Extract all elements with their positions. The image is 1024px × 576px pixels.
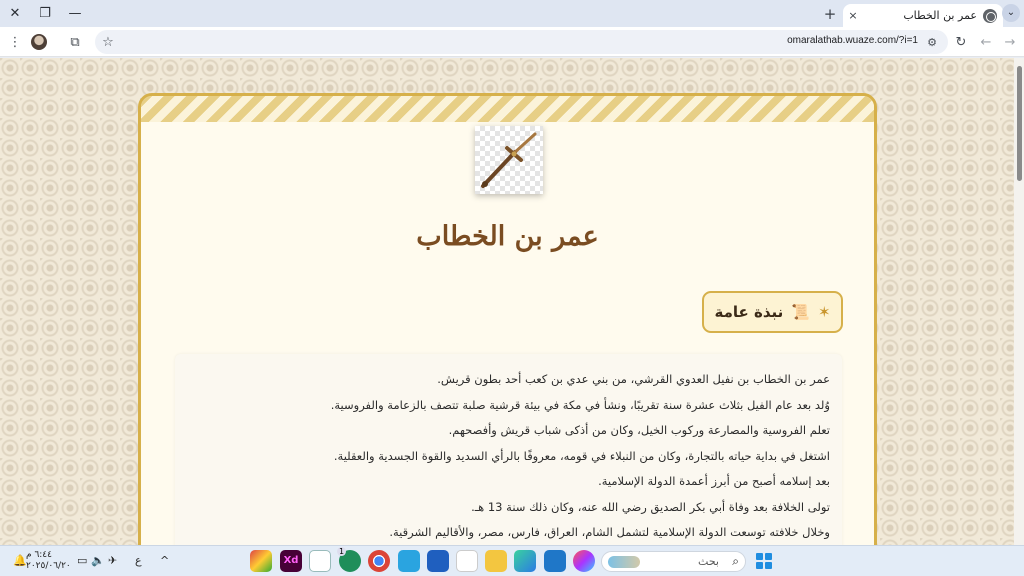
dagger-icon [481, 132, 537, 188]
url-text: omaralathab.wuaze.com/?i=1 [787, 35, 918, 46]
search-highlight-image [608, 556, 640, 568]
airplane-mode-icon[interactable]: ✈ [108, 554, 117, 567]
globe-icon [983, 8, 997, 23]
start-button[interactable] [756, 553, 772, 569]
star-icon[interactable]: ☆ [98, 32, 118, 52]
decorative-stripes [141, 96, 874, 122]
copilot-icon[interactable] [573, 550, 595, 572]
section-heading: نبذة عامة [714, 303, 784, 321]
input-language[interactable]: ع [135, 554, 142, 567]
close-window-button[interactable]: ✕ [0, 0, 30, 27]
profile-avatar[interactable] [31, 34, 47, 50]
chrome-icon[interactable] [368, 550, 390, 572]
app-badge: 1 [337, 547, 347, 556]
microsoft-store-icon[interactable] [427, 550, 449, 572]
biography-list: عمر بن الخطاب بن نفيل العدوي القرشي، من … [190, 368, 830, 545]
list-item: بعد إسلامه أصبح من أبرز أعمدة الدولة الإ… [598, 474, 830, 488]
site-settings-icon[interactable]: ⚙ [922, 32, 942, 52]
notification-bell-icon[interactable]: 🔔 [13, 554, 27, 567]
start-icon-tile [756, 553, 763, 560]
page-viewport: عمر بن الخطاب ✶ 📜 نبذة عامة عمر بن الخطا… [0, 58, 1024, 545]
list-item: وخلال خلافته توسعت الدولة الإسلامية لتشم… [389, 525, 830, 539]
clock[interactable]: ٦:٤٤ م ٢٠٢٥/٠٦/٢٠ [26, 550, 71, 572]
menu-icon[interactable]: ⋮ [5, 32, 25, 52]
show-hidden-icons-chevron[interactable]: ^ [160, 554, 169, 567]
start-icon-tile [765, 562, 772, 569]
browser-toolbar: ⋮ ⧉ ☆ omaralathab.wuaze.com/?i=1 ⚙ ↻ ← → [0, 27, 1024, 57]
tab-strip: ✕ ❐ — + × عمر بن الخطاب ⌄ [0, 0, 1024, 27]
list-item: تعلم الفروسية والمصارعة وركوب الخيل، وكا… [448, 423, 830, 437]
search-icon: ⌕ [732, 554, 739, 568]
tab-close-icon[interactable]: × [843, 9, 863, 22]
app-icon[interactable] [514, 550, 536, 572]
clock-date: ٢٠٢٥/٠٦/٢٠ [26, 561, 71, 571]
section-heading-badge: ✶ 📜 نبذة عامة [702, 291, 843, 333]
battery-icon[interactable]: ▭ [77, 554, 87, 567]
telegram-icon[interactable] [398, 550, 420, 572]
file-explorer-icon[interactable] [485, 550, 507, 572]
start-icon-tile [756, 562, 763, 569]
page-title: عمر بن الخطاب [416, 221, 599, 252]
list-item: عمر بن الخطاب بن نفيل العدوي القرشي، من … [437, 372, 830, 386]
forward-icon[interactable]: → [1000, 32, 1020, 52]
browser-tab[interactable]: × عمر بن الخطاب [843, 4, 1003, 27]
restore-window-button[interactable]: ❐ [30, 0, 60, 27]
extensions-icon[interactable]: ⧉ [65, 32, 85, 52]
start-icon-tile [765, 553, 772, 560]
volume-icon[interactable]: 🔈 [91, 554, 105, 567]
adobe-xd-icon[interactable]: Xd [280, 550, 302, 572]
minimize-window-button[interactable]: — [60, 0, 90, 27]
scrollbar-thumb[interactable] [1017, 66, 1022, 181]
pdf-reader-icon[interactable] [456, 550, 478, 572]
content-card: عمر بن الخطاب ✶ 📜 نبذة عامة عمر بن الخطا… [138, 93, 877, 545]
taskbar-search[interactable]: بحث ⌕ [601, 551, 746, 572]
address-bar[interactable]: ☆ omaralathab.wuaze.com/?i=1 ⚙ [95, 30, 948, 54]
app-store-icon[interactable] [309, 550, 331, 572]
clock-time: ٦:٤٤ م [26, 550, 52, 560]
search-placeholder: بحث [698, 555, 719, 568]
list-item: اشتغل في بداية حياته بالتجارة، وكان من ا… [333, 448, 830, 463]
reload-icon[interactable]: ↻ [951, 32, 971, 52]
scroll-icon: 📜 [791, 303, 810, 321]
list-item: وُلد بعد عام الفيل بثلاث عشرة سنة تقريبً… [330, 397, 830, 412]
list-item: تولى الخلافة بعد وفاة أبي بكر الصديق رضي… [471, 499, 830, 514]
star-icon: ✶ [817, 303, 831, 321]
biography-box: عمر بن الخطاب بن نفيل العدوي القرشي، من … [175, 354, 842, 545]
windows-taskbar: 🔔 ٦:٤٤ م ٢٠٢٥/٠٦/٢٠ ▭ 🔈 ✈ ع ^ Xd 1 بحث ⌕ [0, 545, 1024, 576]
tab-search-chevron-icon[interactable]: ⌄ [1002, 4, 1020, 22]
new-tab-button[interactable]: + [820, 4, 840, 24]
vscode-icon[interactable] [544, 550, 566, 572]
page-scrollbar[interactable] [1014, 58, 1024, 545]
pinned-app-chrome-canary-icon[interactable] [250, 550, 272, 572]
whatsapp-icon[interactable]: 1 [337, 547, 361, 572]
dagger-image [475, 126, 543, 194]
tab-title: عمر بن الخطاب [903, 9, 977, 22]
back-icon[interactable]: ← [976, 32, 996, 52]
